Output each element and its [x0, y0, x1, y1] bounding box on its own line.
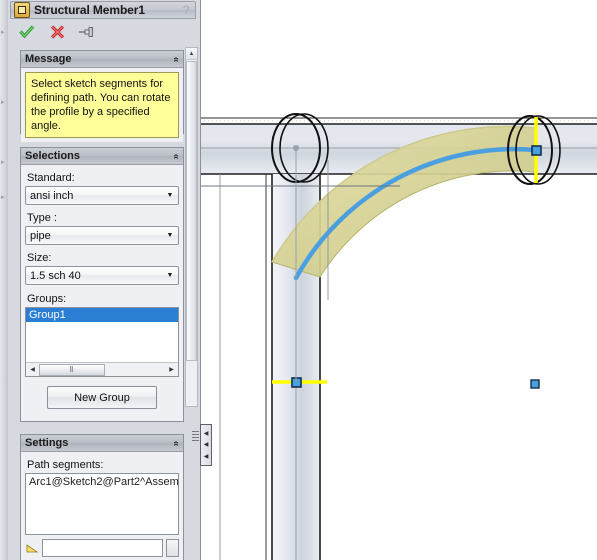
cancel-button[interactable] — [48, 23, 66, 41]
list-item[interactable]: Group1 — [26, 308, 178, 322]
settings-section: Settings « Path segments: Arc1@Sketch2@P… — [20, 434, 184, 560]
chevron-down-icon[interactable]: ▼ — [162, 232, 178, 239]
edge-arrow-icon: ▸ — [1, 194, 5, 201]
handle-free-point — [530, 379, 540, 389]
handle-endpoint-right — [531, 145, 542, 156]
edge-arrow-icon: ▸ — [1, 99, 5, 106]
message-text: Select sketch segments for defining path… — [25, 72, 179, 138]
new-group-button[interactable]: New Group — [47, 386, 157, 409]
size-value: 1.5 sch 40 — [30, 269, 81, 282]
solidworks-window: ▸ ▸ ▸ ▸ Structural Member1 ? ▲ Message «… — [0, 0, 597, 560]
angle-spinner-row — [25, 539, 179, 557]
selections-section-body: Standard: ansi inch ▼ Type : pipe ▼ Size… — [21, 165, 183, 413]
scroll-left-arrow-icon[interactable]: ◀ — [26, 364, 39, 376]
page-title: Structural Member1 — [34, 3, 145, 17]
settings-section-title: Settings — [25, 437, 69, 449]
property-manager-toolbar — [10, 20, 196, 44]
edge-arrow-icon: ▸ — [1, 159, 5, 166]
ok-button[interactable] — [18, 23, 36, 41]
scrollbar-thumb[interactable] — [186, 61, 197, 361]
property-manager-title-bar: Structural Member1 ? — [10, 1, 196, 19]
angle-icon — [25, 541, 39, 555]
selections-section-header[interactable]: Selections « — [21, 148, 183, 165]
collapse-arrow-icon[interactable]: ◀ — [204, 454, 209, 460]
standard-value: ansi inch — [30, 189, 74, 202]
scroll-up-arrow-icon[interactable]: ▲ — [186, 48, 197, 60]
groups-hscrollbar[interactable]: ◀ Ⅱ ▶ — [26, 362, 178, 376]
collapse-arrow-icon[interactable]: ◀ — [204, 442, 209, 448]
pushpin-icon[interactable] — [78, 23, 96, 41]
message-section-body: Select sketch segments for defining path… — [21, 68, 183, 142]
size-dropdown[interactable]: 1.5 sch 40 ▼ — [25, 266, 179, 285]
message-section: Message « Select sketch segments for def… — [20, 50, 184, 142]
path-segments-label: Path segments: — [27, 459, 104, 471]
standard-dropdown[interactable]: ansi inch ▼ — [25, 186, 179, 205]
type-dropdown[interactable]: pipe ▼ — [25, 226, 179, 245]
3d-graphics-area[interactable] — [200, 0, 597, 560]
groups-listbox[interactable]: Group1 ◀ Ⅱ ▶ — [25, 307, 179, 377]
chevron-down-icon[interactable]: ▼ — [162, 272, 178, 279]
collapse-arrow-icon[interactable]: ◀ — [204, 431, 209, 437]
collapse-chevron-icon[interactable]: « — [171, 440, 182, 446]
message-section-title: Message — [25, 53, 72, 65]
standard-label: Standard: — [27, 172, 75, 184]
model-graphics[interactable] — [200, 0, 597, 560]
hscrollbar-thumb[interactable]: Ⅱ — [39, 363, 105, 376]
panel-collapse-strip[interactable]: ◀ ◀ ◀ — [200, 424, 212, 466]
list-item[interactable]: Arc1@Sketch2@Part2^Assem — [26, 474, 178, 490]
panel-splitter-grip[interactable] — [191, 425, 200, 447]
settings-section-header[interactable]: Settings « — [21, 435, 183, 452]
collapse-chevron-icon[interactable]: « — [171, 153, 182, 159]
chevron-down-icon[interactable]: ▼ — [162, 192, 178, 199]
selections-section-title: Selections — [25, 150, 81, 162]
selections-section: Selections « Standard: ansi inch ▼ Type … — [20, 147, 184, 422]
angle-stepper[interactable] — [166, 539, 179, 557]
settings-section-body: Path segments: Arc1@Sketch2@Part2^Assem — [21, 452, 183, 560]
message-section-header[interactable]: Message « — [21, 51, 183, 68]
edge-arrow-icon: ▸ — [1, 29, 5, 36]
help-icon[interactable]: ? — [183, 3, 192, 17]
scroll-right-arrow-icon[interactable]: ▶ — [165, 364, 178, 376]
type-label: Type : — [27, 212, 57, 224]
panel-scrollbar[interactable]: ▲ — [185, 47, 198, 407]
type-value: pipe — [30, 229, 51, 242]
structural-member-icon — [14, 2, 30, 18]
property-manager-panel: Structural Member1 ? ▲ Message « Select … — [8, 0, 201, 560]
size-label: Size: — [27, 252, 52, 264]
collapse-chevron-icon[interactable]: « — [171, 56, 182, 62]
angle-input[interactable] — [42, 539, 163, 557]
groups-label: Groups: — [27, 293, 67, 305]
path-segments-listbox[interactable]: Arc1@Sketch2@Part2^Assem — [25, 473, 179, 535]
